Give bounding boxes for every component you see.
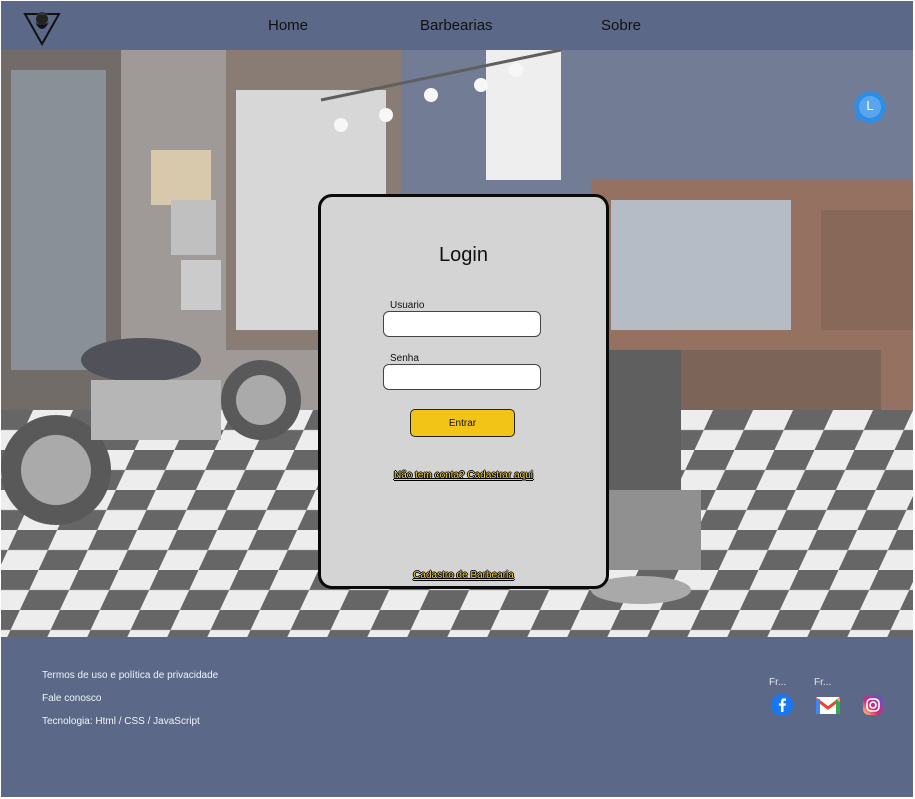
password-label: Senha — [390, 353, 419, 364]
login-title: Login — [439, 244, 488, 266]
site-footer: Termos de uso e política de privacidade … — [1, 637, 913, 797]
site-header: Home Barbearias Sobre — [1, 1, 913, 50]
password-input[interactable] — [383, 364, 541, 390]
login-card: Login Usuario Senha Entrar Não tem conta… — [318, 194, 609, 589]
user-avatar[interactable]: L — [853, 90, 887, 124]
nav-home[interactable]: Home — [268, 17, 308, 34]
social-label-2: Fr... — [814, 677, 832, 688]
facebook-icon[interactable] — [771, 694, 793, 716]
nav-barbearias[interactable]: Barbearias — [420, 17, 493, 34]
footer-terms-link[interactable]: Termos de uso e política de privacidade — [42, 670, 218, 681]
username-input[interactable] — [383, 311, 541, 337]
barbershop-register-link[interactable]: Cadastro de Barbearia — [321, 570, 606, 581]
nav-sobre[interactable]: Sobre — [601, 17, 641, 34]
gmail-icon[interactable] — [815, 694, 841, 716]
register-link[interactable]: Não tem conta? Cadastrar aqui — [321, 470, 606, 481]
social-label-1: Fr... — [769, 677, 787, 688]
avatar-letter: L — [866, 98, 874, 113]
barber-logo-icon[interactable] — [23, 6, 61, 46]
instagram-icon[interactable] — [862, 694, 884, 716]
footer-contact-link[interactable]: Fale conosco — [42, 693, 101, 704]
footer-tech-text: Tecnologia: Html / CSS / JavaScript — [42, 716, 200, 727]
username-label: Usuario — [390, 300, 425, 311]
login-submit-button[interactable]: Entrar — [410, 409, 515, 437]
